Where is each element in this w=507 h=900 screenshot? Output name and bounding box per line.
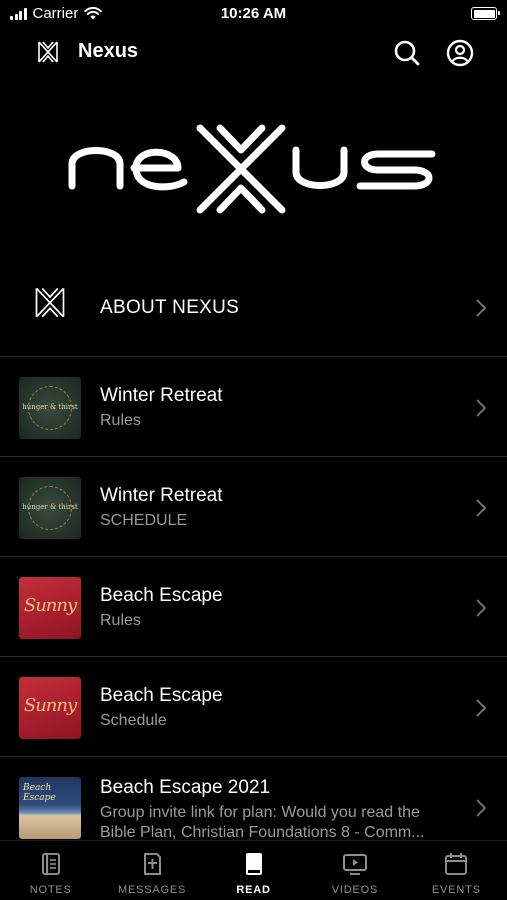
messages-icon: [144, 853, 162, 875]
hunger-thirst-thumbnail: hunger & thirst: [19, 377, 81, 439]
hunger-thirst-thumbnail: hunger & thirst: [19, 477, 81, 539]
list-item-subtitle: SCHEDULE: [100, 512, 188, 529]
tab-notes[interactable]: NOTES: [0, 841, 101, 900]
profile-icon[interactable]: [446, 39, 474, 67]
list-item-title: Winter Retreat: [100, 385, 223, 406]
tab-events[interactable]: EVENTS: [406, 841, 507, 900]
list-item-title: Winter Retreat: [100, 485, 223, 506]
sunny-thumbnail: Sunny: [19, 677, 81, 739]
list-item-title: ABOUT NEXUS: [100, 297, 240, 318]
battery-icon: [471, 7, 500, 20]
list-item-beach-escape-schedule[interactable]: Sunny Beach Escape Schedule: [0, 657, 507, 757]
chevron-right-icon: [476, 699, 487, 717]
list-item-subtitle: Rules: [100, 612, 141, 629]
list-item-text: Winter Retreat SCHEDULE: [100, 485, 457, 530]
list-item-about-nexus[interactable]: ABOUT NEXUS: [0, 257, 507, 357]
list-item-winter-retreat-rules[interactable]: hunger & thirst Winter Retreat Rules: [0, 357, 507, 457]
status-bar: Carrier 10:26 AM: [0, 0, 507, 28]
list-item-text: Beach Escape Schedule: [100, 685, 457, 730]
tab-label: EVENTS: [431, 884, 481, 896]
tab-read[interactable]: READ: [203, 841, 304, 900]
page-title: Nexus: [78, 40, 139, 62]
nexus-logo-icon: [35, 287, 65, 318]
tab-label: NOTES: [29, 884, 72, 896]
list-item-title: Beach Escape: [100, 685, 223, 706]
notes-icon: [41, 853, 60, 875]
sunny-thumbnail: Sunny: [19, 577, 81, 639]
chevron-right-icon: [476, 799, 487, 817]
list-item-title: Beach Escape 2021: [100, 777, 271, 798]
tab-messages[interactable]: MESSAGES: [101, 841, 202, 900]
status-time: 10:26 AM: [220, 5, 287, 22]
list-item-text: Beach Escape 2021 Group invite link for …: [100, 777, 457, 843]
search-icon[interactable]: [393, 39, 421, 67]
events-icon: [445, 853, 468, 875]
list-item-subtitle: Schedule: [100, 712, 167, 729]
list-item-beach-escape-rules[interactable]: Sunny Beach Escape Rules: [0, 557, 507, 657]
nexus-logo-icon[interactable]: [37, 41, 59, 63]
list-item-title: Beach Escape: [100, 585, 223, 606]
videos-icon: [342, 854, 367, 875]
chevron-right-icon: [476, 599, 487, 617]
nexus-banner-logo: nexus: [68, 124, 436, 214]
list-item-subtitle: Group invite link for plan: Would you re…: [100, 804, 425, 841]
list-item-text: Beach Escape Rules: [100, 585, 457, 630]
list-item-subtitle: Rules: [100, 412, 141, 429]
tab-label: VIDEOS: [331, 884, 379, 896]
content-list: ABOUT NEXUS hunger & thirst Winter Retre…: [0, 257, 507, 857]
tab-label: READ: [236, 884, 271, 896]
bottom-tab-bar: NOTES MESSAGES READ VIDEOS EVENTS: [0, 840, 507, 900]
chevron-right-icon: [476, 499, 487, 517]
tab-label: MESSAGES: [118, 884, 187, 896]
beach-escape-thumbnail: Beach Escape: [19, 777, 81, 839]
chevron-right-icon: [476, 299, 487, 317]
read-icon: [245, 853, 262, 875]
list-item-text: Winter Retreat Rules: [100, 385, 457, 430]
chevron-right-icon: [476, 399, 487, 417]
top-nav-bar: Nexus: [0, 28, 507, 78]
list-item-text: ABOUT NEXUS: [100, 297, 457, 319]
tab-videos[interactable]: VIDEOS: [304, 841, 405, 900]
list-item-winter-retreat-schedule[interactable]: hunger & thirst Winter Retreat SCHEDULE: [0, 457, 507, 557]
